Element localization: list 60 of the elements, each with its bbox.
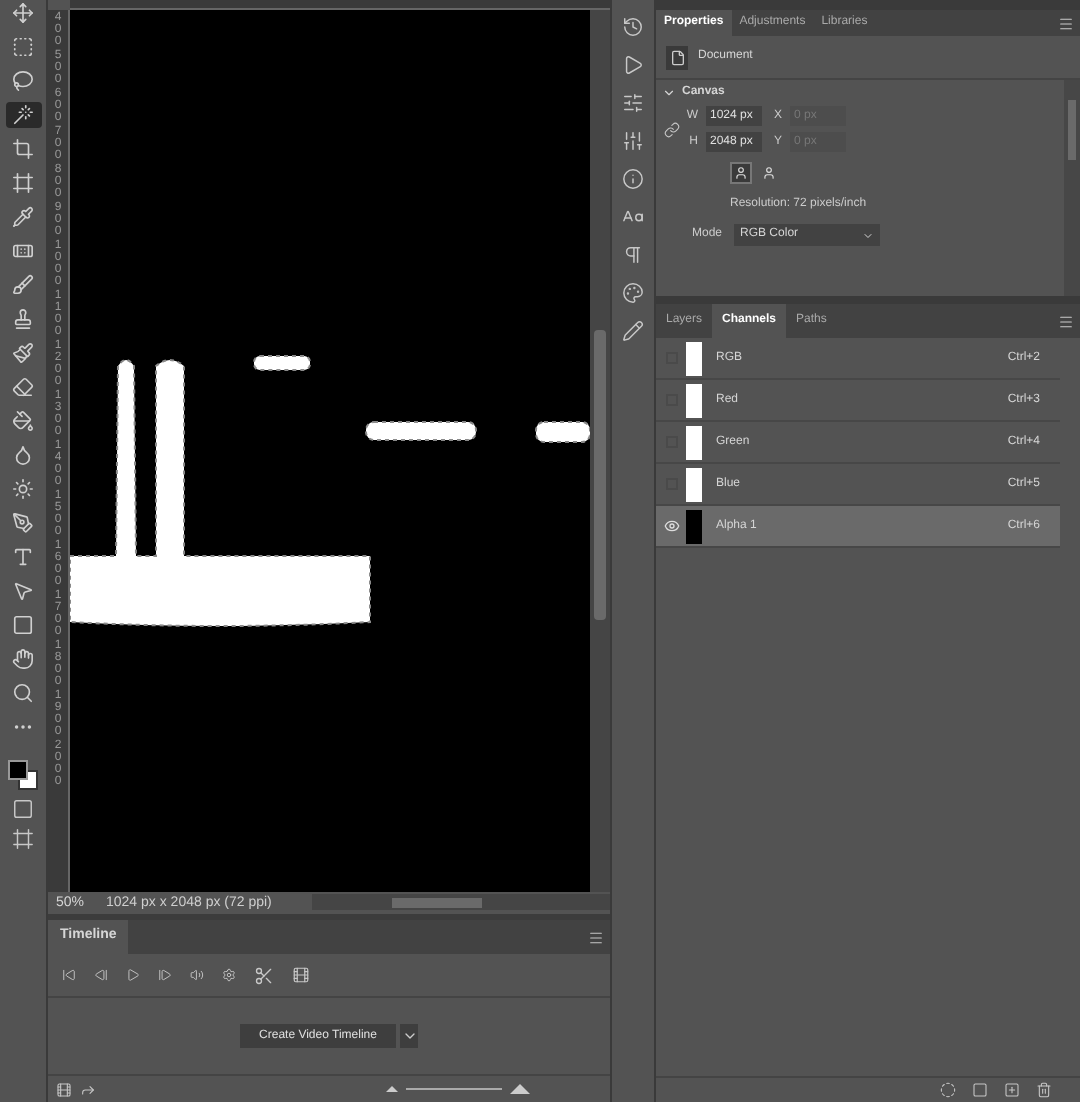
adjust-icon[interactable]: [622, 130, 644, 152]
horizontal-scrollbar[interactable]: [312, 894, 610, 910]
play-icon[interactable]: [126, 968, 140, 982]
magic-wand-tool[interactable]: [5, 102, 41, 128]
vertical-scrollbar[interactable]: [590, 10, 610, 892]
dodge-icon[interactable]: [12, 478, 34, 500]
pen-icon[interactable]: [12, 512, 34, 534]
history-brush-icon[interactable]: [12, 342, 34, 364]
info-icon[interactable]: [622, 168, 644, 190]
scroll-thumb[interactable]: [392, 897, 482, 907]
marquee-icon[interactable]: [12, 36, 34, 58]
paragraph-icon[interactable]: [622, 244, 644, 266]
drop-icon[interactable]: [12, 444, 34, 466]
mountain-small-icon[interactable]: [386, 1086, 398, 1092]
audio-icon[interactable]: [190, 968, 204, 982]
bandage-icon[interactable]: [12, 240, 34, 262]
properties-scrollbar[interactable]: [1064, 80, 1080, 296]
text-icon[interactable]: [12, 546, 34, 568]
pointer-icon[interactable]: [12, 580, 34, 602]
next-frame-icon[interactable]: [158, 968, 172, 982]
link-icon[interactable]: [664, 121, 680, 137]
timeline-type-dropdown[interactable]: [400, 1024, 419, 1048]
crop-icon[interactable]: [12, 138, 34, 160]
move-icon[interactable]: [12, 2, 34, 24]
frame-icon[interactable]: [12, 172, 34, 194]
history-icon[interactable]: [622, 16, 644, 38]
chevron-down-icon[interactable]: [401, 1028, 418, 1044]
settings-icon[interactable]: [222, 968, 236, 982]
scroll-thumb[interactable]: [1068, 100, 1076, 160]
mask-icon[interactable]: [972, 1082, 988, 1098]
zoom-icon[interactable]: [12, 682, 34, 704]
color-swatches[interactable]: [8, 760, 38, 790]
frame-icon[interactable]: [56, 1081, 72, 1097]
first-frame-icon[interactable]: [62, 968, 76, 982]
new-channel-icon[interactable]: [1004, 1082, 1020, 1098]
mountain-large-icon[interactable]: [510, 1084, 530, 1094]
scroll-thumb[interactable]: [594, 330, 606, 620]
document-icon: [666, 45, 688, 69]
scissors-icon[interactable]: [254, 965, 274, 985]
chevron-down-icon[interactable]: [662, 86, 676, 100]
previous-frame-icon[interactable]: [94, 968, 108, 982]
rectangle-icon[interactable]: [12, 614, 34, 636]
panel-menu-icon[interactable]: [588, 929, 604, 945]
share-icon[interactable]: [80, 1081, 96, 1097]
magic-wand-icon[interactable]: [12, 104, 34, 126]
sliders-icon[interactable]: [622, 92, 644, 114]
paint-bucket-icon[interactable]: [12, 410, 34, 432]
stamp-icon[interactable]: [12, 308, 34, 330]
chevron-down-icon[interactable]: [862, 229, 875, 241]
eyedropper-icon[interactable]: [12, 206, 34, 228]
hand-icon[interactable]: [12, 648, 34, 670]
lasso-icon[interactable]: [12, 70, 34, 92]
panel-menu-icon[interactable]: [1058, 313, 1074, 329]
quick-mask-icon[interactable]: [12, 798, 34, 820]
eye-icon[interactable]: [663, 518, 679, 534]
brush-icon[interactable]: [12, 274, 34, 296]
play-icon[interactable]: [622, 54, 644, 76]
trash-icon[interactable]: [1036, 1082, 1052, 1098]
panel-menu-icon[interactable]: [1058, 15, 1074, 31]
eraser-icon[interactable]: [12, 376, 34, 398]
